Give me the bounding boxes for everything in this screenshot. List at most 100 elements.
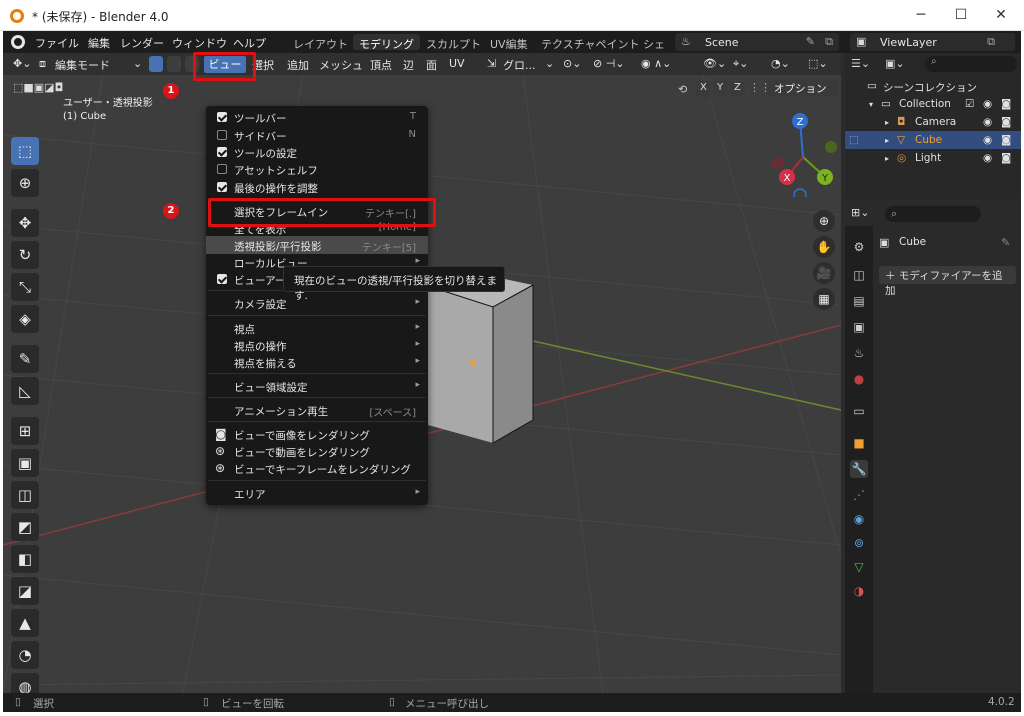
menu-item-play-animation[interactable]: アニメーション再生 [スペース] [206,401,428,419]
add-cube-tool-icon[interactable]: ⊞ [11,417,39,445]
outliner-editor-icon[interactable]: ☰⌄ [851,57,870,70]
material-tab-icon[interactable]: ◑ [850,582,868,600]
render-tab-icon[interactable]: ◫ [850,266,868,284]
visibility-icon[interactable]: 👁⌄ [703,57,726,70]
maximize-button[interactable]: ☐ [941,0,981,31]
menu-item-tool-settings[interactable]: ツールの設定 [206,143,428,161]
menu-window[interactable]: ウィンドウ [172,35,227,51]
camera-view-icon[interactable]: 🎥 [813,262,835,284]
select-mode-icons[interactable]: ⬚■▣◪◘ [13,81,93,95]
menu-add[interactable]: 追加 [287,57,309,73]
camera-render-icon[interactable]: ◙ [1001,134,1011,146]
eye-icon[interactable]: ◉ [983,116,992,128]
camera-render-icon[interactable]: ◙ [1001,116,1011,128]
constraints-tab-icon[interactable]: ⊚ [850,534,868,552]
proportional-edit-icon[interactable]: ◉ ∧⌄ [641,57,671,70]
tool-tab-icon[interactable]: ⚙ [850,238,868,256]
navigation-gizmo[interactable]: Z Y X [763,107,841,197]
menu-face[interactable]: 面 [426,57,437,73]
menu-item-viewpoint[interactable]: 視点 ▸ [206,319,428,337]
menu-item-sidebar[interactable]: サイドバー N [206,126,428,144]
cursor-tool-icon[interactable]: ⊕ [11,169,39,197]
checkbox-icon[interactable]: ☑ [965,98,974,110]
scale-tool-icon[interactable]: ⤡ [11,273,39,301]
select-box-tool-icon[interactable]: ⬚ [11,137,39,165]
menu-item-viewport-render-keyframes[interactable]: ⊛ ビューでキーフレームをレンダリング [206,459,428,477]
add-modifier-button[interactable]: ＋ モディファイアーを追加 [879,266,1016,297]
pin-icon[interactable]: ✎ [1001,236,1010,249]
minimize-button[interactable]: ─ [901,0,941,31]
modifier-tab-icon[interactable]: 🔧 [850,460,868,478]
snap-icon[interactable]: ⊘ ⊣⌄ [593,57,625,70]
tab-layout[interactable]: レイアウト [287,34,354,51]
spin-tool-icon[interactable]: ◔ [11,641,39,669]
collection-tab-icon[interactable]: ▭ [850,402,868,420]
menu-item-adjust-last-op[interactable]: 最後の操作を調整 [206,178,428,196]
transform-tool-icon[interactable]: ◈ [11,305,39,333]
pan-hand-icon[interactable]: ✋ [813,236,835,258]
blender-menu-icon[interactable] [11,35,25,49]
axis-x-toggle[interactable]: X [696,81,711,97]
object-tab-icon[interactable]: ■ [850,434,868,452]
new-view-layer-icon[interactable]: ⧉ [987,35,995,49]
eye-icon[interactable]: ◉ [983,98,992,110]
scene-collection-row[interactable]: ▭ シーンコレクション [845,77,1021,95]
expand-icon[interactable]: ▸ [885,154,889,163]
physics-tab-icon[interactable]: ◉ [850,510,868,528]
bevel-tool-icon[interactable]: ◩ [11,513,39,541]
edge-select-icon[interactable] [167,56,181,72]
grid-view-icon[interactable]: ▦ [813,288,835,310]
vertex-select-icon[interactable] [149,56,163,72]
eye-icon[interactable]: ◉ [983,152,992,164]
data-tab-icon[interactable]: ▽ [850,558,868,576]
menu-uv[interactable]: UV [449,57,465,70]
inset-tool-icon[interactable]: ◫ [11,481,39,509]
scene-tab-icon[interactable]: ♨ [850,344,868,362]
view-layer-selector[interactable]: ▣ ViewLayer ⧉ [850,33,1015,51]
view-layer-tab-icon[interactable]: ▣ [850,318,868,336]
menu-render[interactable]: レンダー [120,35,164,51]
menu-file[interactable]: ファイル [35,35,79,51]
particles-tab-icon[interactable]: ⋰ [850,486,868,504]
rotate-tool-icon[interactable]: ↻ [11,241,39,269]
collection-row[interactable]: ▾ ▭ Collection ☑ ◉ ◙ [845,95,1021,113]
editor-type-icon[interactable]: ✥⌄ [13,57,31,70]
menu-item-viewport-render-animation[interactable]: ⊛ ビューで動画をレンダリング [206,442,428,460]
filter-icon[interactable]: ▣⌄ [885,57,905,70]
tab-shading[interactable]: シェ [637,34,671,51]
properties-search-input[interactable]: ⌕ [885,206,981,222]
menu-vertex[interactable]: 頂点 [370,57,392,73]
menu-item-navigation[interactable]: 視点の操作 ▸ [206,336,428,354]
menu-mesh[interactable]: メッシュ [319,57,363,73]
menu-item-toolbar[interactable]: ツールバー T [206,108,428,126]
loop-cut-tool-icon[interactable]: ◧ [11,545,39,573]
smooth-tool-icon[interactable]: ◍ [11,673,39,693]
options-dropdown[interactable]: オプション [768,79,838,97]
outliner-search-input[interactable]: ⌕ [925,56,1017,72]
scene-selector[interactable]: ♨ Scene ✎ ⧉ [675,33,839,51]
properties-editor-icon[interactable]: ⊞⌄ [851,206,869,219]
menu-item-asset-shelf[interactable]: アセットシェルフ [206,160,428,178]
tab-sculpt[interactable]: スカルプト [420,34,487,51]
zoom-icon[interactable]: ⊕ [813,210,835,232]
move-tool-icon[interactable]: ✥ [11,209,39,237]
expand-icon[interactable]: ▸ [885,118,889,127]
world-tab-icon[interactable]: ● [850,370,868,388]
pin-icon[interactable]: ✎ [806,35,815,48]
close-button[interactable]: ✕ [981,0,1021,31]
mode-dropdown[interactable]: 編集モード [55,57,110,73]
outliner-item-cube[interactable]: ⬚ ▸ ▽ Cube ◉ ◙ [845,131,1021,149]
extrude-tool-icon[interactable]: ▣ [11,449,39,477]
menu-item-viewport-render-image[interactable]: ◙ ビューで画像をレンダリング [206,425,428,443]
transform-orientation-dropdown[interactable]: グロ... [503,57,536,73]
outliner-item-camera[interactable]: ▸ ◘ Camera ◉ ◙ [845,113,1021,131]
expand-icon[interactable]: ▾ [869,100,873,109]
menu-item-align-view[interactable]: 視点を揃える ▸ [206,353,428,371]
camera-render-icon[interactable]: ◙ [1001,98,1011,110]
xray-icon[interactable]: ⬚⌄ [808,57,828,70]
expand-icon[interactable]: ▸ [885,136,889,145]
output-tab-icon[interactable]: ▤ [850,292,868,310]
knife-tool-icon[interactable]: ◪ [11,577,39,605]
menu-edit[interactable]: 編集 [88,35,110,51]
annotate-tool-icon[interactable]: ✎ [11,345,39,373]
